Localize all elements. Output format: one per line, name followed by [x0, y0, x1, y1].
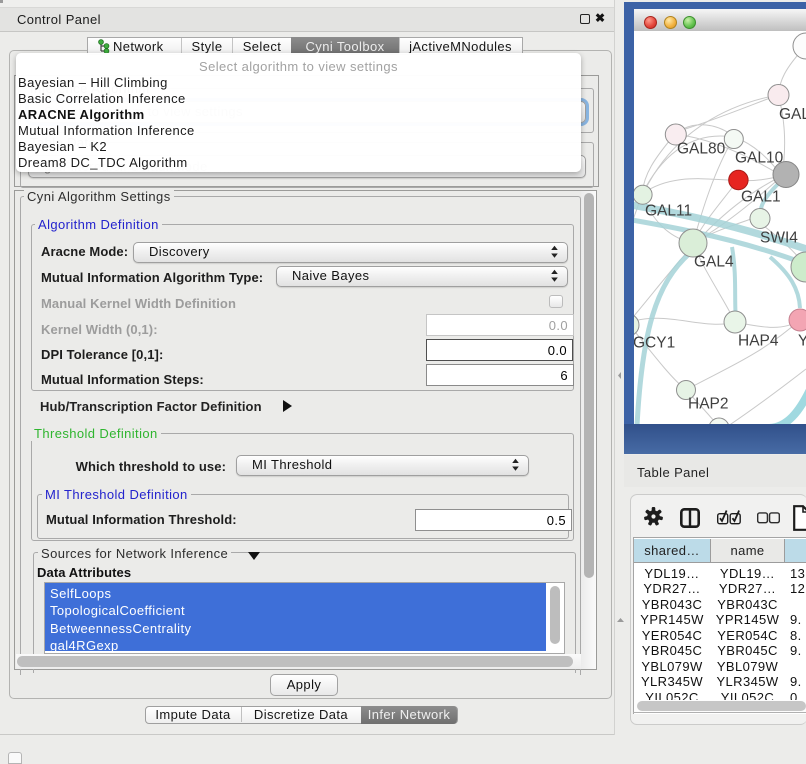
svg-text:GCY1: GCY1 — [634, 335, 675, 352]
svg-text:GAL11: GAL11 — [645, 203, 692, 220]
svg-text:GAL1: GAL1 — [741, 189, 781, 206]
svg-text:GAL2: GAL2 — [779, 106, 806, 123]
svg-text:GAL10: GAL10 — [735, 150, 784, 167]
svg-text:GAL80: GAL80 — [677, 141, 726, 158]
svg-text:SWI4: SWI4 — [760, 230, 798, 247]
svg-text:GAL4: GAL4 — [694, 254, 734, 271]
svg-text:HAP2: HAP2 — [688, 396, 729, 413]
svg-text:YM: YM — [798, 333, 806, 350]
svg-text:HAP4: HAP4 — [738, 333, 779, 350]
